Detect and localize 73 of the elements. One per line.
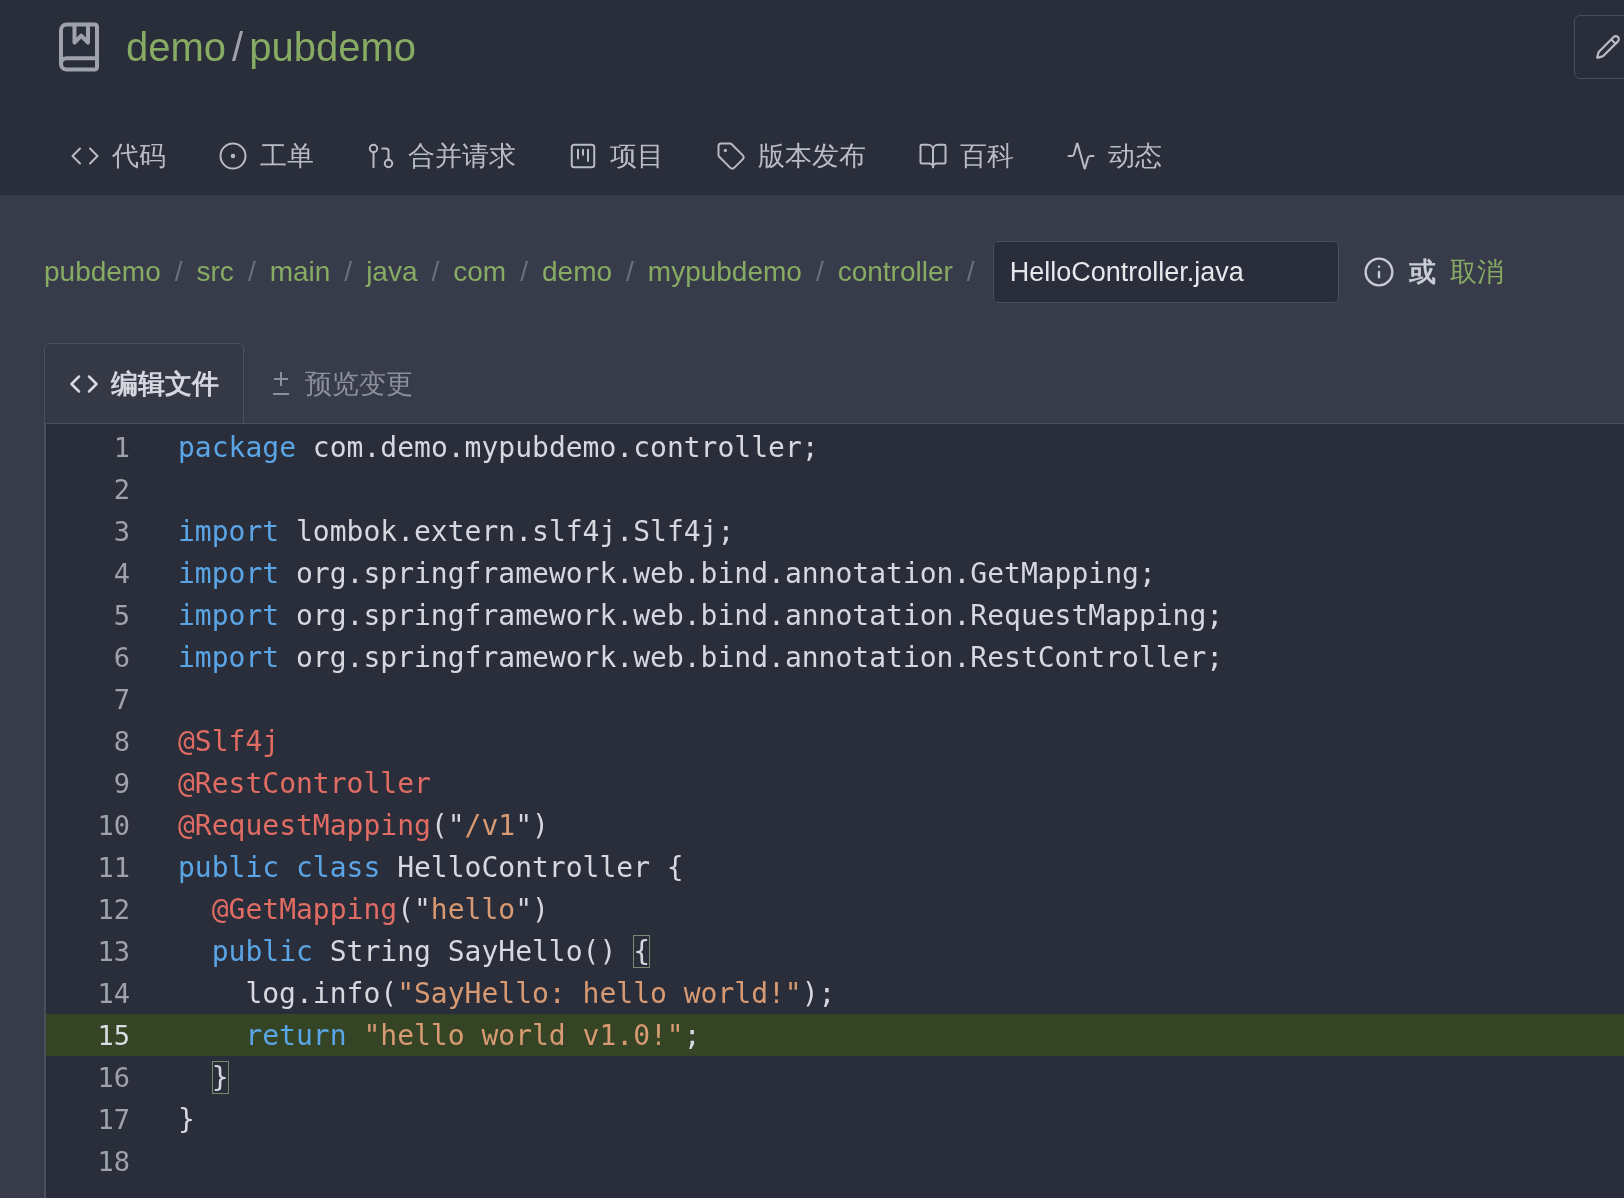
breadcrumb-separator: / xyxy=(247,256,256,288)
code-line: @Slf4j xyxy=(178,724,280,758)
line-number: 8 xyxy=(112,725,130,757)
nav-tab[interactable]: 动态 xyxy=(1066,138,1162,174)
nav-tab[interactable]: 工单 xyxy=(218,138,314,174)
code-line: return "hello world v1.0!"; xyxy=(244,1018,701,1052)
line-number: 9 xyxy=(112,767,130,799)
line-number: 13 xyxy=(96,935,130,967)
nav-tab[interactable]: 合并请求 xyxy=(366,138,516,174)
code-line: import org.springframework.web.bind.annotation.RequestMapping; xyxy=(178,598,1224,632)
code-line: @RequestMapping("/v1") xyxy=(178,808,549,842)
circle-dot-icon xyxy=(218,141,248,171)
code-line: @GetMapping("hello") xyxy=(210,892,549,926)
code-line: public String SayHello() { xyxy=(210,934,650,968)
breadcrumb-link[interactable]: pubdemo xyxy=(44,256,161,288)
code-line: import org.springframework.web.bind.annotation.RestController; xyxy=(178,640,1224,674)
line-number: 2 xyxy=(112,473,130,505)
line-number: 16 xyxy=(96,1061,130,1093)
filename-input[interactable]: HelloController.java xyxy=(992,241,1339,303)
breadcrumb-separator: / xyxy=(344,256,353,288)
code-line: } xyxy=(210,1060,229,1094)
line-number: 6 xyxy=(112,641,130,673)
breadcrumb-link[interactable]: main xyxy=(269,256,331,288)
line-number: 7 xyxy=(112,683,130,715)
line-number: 5 xyxy=(112,599,130,631)
line-number: 4 xyxy=(112,557,130,589)
line-number: 10 xyxy=(96,809,130,841)
nav-tab[interactable]: 版本发布 xyxy=(716,138,866,174)
path-separator: / xyxy=(232,24,244,70)
breadcrumb-link[interactable]: controller xyxy=(837,256,953,288)
breadcrumb-separator: / xyxy=(431,256,440,288)
tag-icon xyxy=(716,141,746,171)
line-number: 14 xyxy=(96,977,130,1009)
code-line: public class HelloController { xyxy=(178,850,684,884)
pulse-icon xyxy=(1066,141,1096,171)
or-text: 或 xyxy=(1408,256,1436,289)
breadcrumb-link[interactable]: java xyxy=(366,256,418,288)
editor-tab[interactable]: 预览变更 xyxy=(244,343,438,423)
code-line: import lombok.extern.slf4j.Slf4j; xyxy=(178,514,735,548)
code-editor[interactable] xyxy=(44,423,1624,1198)
info-icon[interactable] xyxy=(1362,256,1395,288)
breadcrumb-link[interactable]: com xyxy=(453,256,507,288)
line-number: 3 xyxy=(112,515,130,547)
branch-merge-icon xyxy=(366,141,396,171)
pencil-icon xyxy=(1595,34,1621,60)
code-line: import org.springframework.web.bind.annotation.GetMapping; xyxy=(178,556,1156,590)
repo-name-link[interactable]: pubdemo xyxy=(249,24,416,70)
breadcrumb-separator: / xyxy=(966,256,975,288)
line-number: 15 xyxy=(96,1019,130,1051)
cancel-link[interactable]: 取消 xyxy=(1449,254,1504,290)
editor-tab[interactable]: 编辑文件 xyxy=(44,343,244,423)
breadcrumb-link[interactable]: mypubdemo xyxy=(647,256,802,288)
code-line: package com.demo.mypubdemo.controller; xyxy=(178,430,819,464)
breadcrumb-separator: / xyxy=(626,256,634,288)
breadcrumb-link[interactable]: demo xyxy=(542,256,613,288)
breadcrumb-separator: / xyxy=(815,256,824,288)
nav-tab[interactable]: 代码 xyxy=(70,138,166,174)
line-number: 17 xyxy=(96,1103,130,1135)
repo-owner-link[interactable]: demo xyxy=(126,24,227,70)
nav-tab[interactable]: 百科 xyxy=(918,138,1014,174)
book-icon xyxy=(918,141,948,171)
breadcrumb-separator: / xyxy=(520,256,528,288)
line-number: 12 xyxy=(96,893,130,925)
board-icon xyxy=(568,141,598,171)
line-number: 11 xyxy=(96,851,130,883)
line-number: 18 xyxy=(96,1145,130,1177)
breadcrumb-link[interactable]: src xyxy=(196,256,234,288)
line-number: 1 xyxy=(112,431,130,463)
code-line: log.info("SayHello: hello world!"); xyxy=(244,976,836,1010)
code-line: @RestController xyxy=(178,766,431,800)
nav-tab[interactable]: 项目 xyxy=(568,138,664,174)
code-line: } xyxy=(178,1102,195,1136)
breadcrumb-separator: / xyxy=(174,256,183,288)
